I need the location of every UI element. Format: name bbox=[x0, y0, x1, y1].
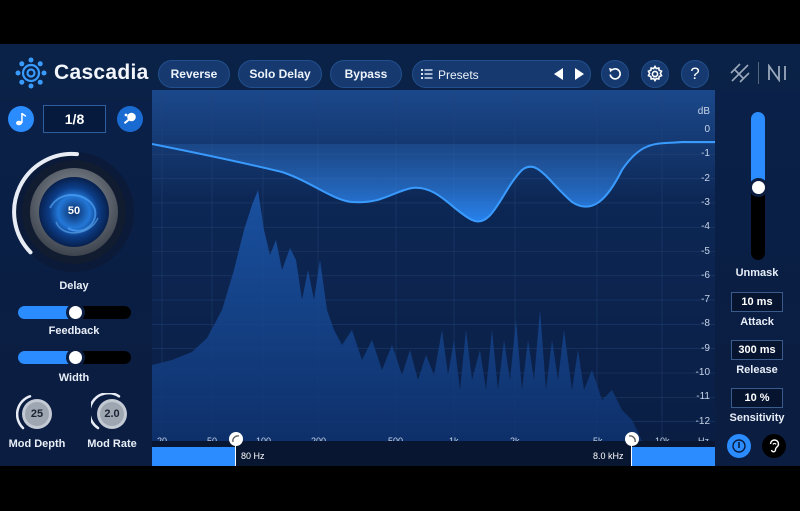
db-tick-label: -7 bbox=[701, 294, 710, 306]
unmask-slider-handle[interactable] bbox=[749, 178, 768, 197]
width-slider-handle[interactable] bbox=[66, 348, 85, 367]
feedback-label: Feedback bbox=[48, 325, 100, 337]
solo-delay-button[interactable]: Solo Delay bbox=[238, 60, 322, 88]
low-cut-handle[interactable] bbox=[228, 431, 244, 447]
mod-depth-value: 25 bbox=[30, 408, 44, 420]
unmask-power-button[interactable] bbox=[727, 434, 751, 458]
release-label: Release bbox=[736, 364, 778, 376]
logo-divider bbox=[758, 62, 759, 84]
delay-knob-value: 50 bbox=[67, 205, 81, 217]
db-tick-label: -6 bbox=[701, 269, 710, 281]
db-tick-label: -9 bbox=[701, 342, 710, 354]
db-tick-label: -11 bbox=[696, 391, 710, 403]
bypass-button[interactable]: Bypass bbox=[330, 60, 402, 88]
list-icon bbox=[421, 69, 433, 79]
native-instruments-logo-icon bbox=[768, 64, 786, 82]
delay-label: Delay bbox=[59, 280, 89, 292]
sensitivity-label: Sensitivity bbox=[729, 412, 785, 424]
tempo-sync-button[interactable] bbox=[8, 106, 34, 132]
ping-pong-paddle-icon bbox=[123, 112, 136, 125]
spectrum-display bbox=[152, 90, 715, 441]
previous-preset-icon[interactable] bbox=[554, 68, 564, 80]
listen-button[interactable] bbox=[762, 434, 786, 458]
low-cut-value: 80 Hz bbox=[241, 451, 265, 461]
db-tick-label: -12 bbox=[695, 415, 710, 427]
db-unit-label: dB bbox=[697, 106, 710, 117]
sensitivity-value[interactable]: 10 % bbox=[731, 388, 783, 408]
presets-label: Presets bbox=[438, 68, 479, 82]
ping-pong-button[interactable] bbox=[117, 106, 143, 132]
db-tick-label: -1 bbox=[701, 148, 710, 160]
low-cut-region bbox=[152, 447, 235, 466]
db-tick-label: -3 bbox=[701, 196, 710, 208]
delay-sync-value[interactable]: 1/8 bbox=[43, 105, 106, 133]
cascadia-logo-icon bbox=[15, 57, 47, 89]
help-button[interactable]: ? bbox=[681, 60, 709, 88]
attack-label: Attack bbox=[740, 316, 774, 328]
izotope-logo-icon bbox=[730, 63, 750, 83]
plugin-window: Cascadia Reverse Solo Delay Bypass Prese… bbox=[0, 44, 800, 466]
db-tick-label: -4 bbox=[701, 221, 710, 233]
reverse-button[interactable]: Reverse bbox=[158, 60, 230, 88]
power-icon bbox=[732, 439, 746, 453]
music-note-icon bbox=[16, 113, 26, 126]
help-icon: ? bbox=[690, 64, 700, 83]
mod-rate-value: 2.0 bbox=[104, 408, 120, 420]
ear-icon bbox=[769, 439, 780, 453]
mod-rate-label: Mod Rate bbox=[87, 438, 137, 450]
history-icon bbox=[609, 68, 621, 80]
width-label: Width bbox=[58, 372, 90, 384]
db-tick-label: -8 bbox=[701, 318, 710, 330]
gear-icon bbox=[647, 65, 663, 83]
presets-bar[interactable]: Presets bbox=[412, 60, 591, 88]
feedback-slider-handle[interactable] bbox=[66, 303, 85, 322]
unmask-label: Unmask bbox=[735, 267, 779, 279]
spectrum-graph[interactable] bbox=[152, 90, 715, 441]
db-tick-label: -10 bbox=[695, 367, 710, 378]
db-tick-label: 0 bbox=[704, 124, 710, 135]
mod-depth-label: Mod Depth bbox=[8, 438, 66, 450]
release-value[interactable]: 300 ms bbox=[731, 340, 783, 360]
undo-history-button[interactable] bbox=[601, 60, 629, 88]
high-cut-region bbox=[631, 447, 715, 466]
db-tick-label: -2 bbox=[701, 172, 710, 184]
high-cut-handle[interactable] bbox=[624, 431, 640, 447]
db-tick-label: -5 bbox=[701, 245, 710, 257]
attack-value[interactable]: 10 ms bbox=[731, 292, 783, 312]
app-title: Cascadia bbox=[54, 61, 149, 84]
high-cut-value: 8.0 kHz bbox=[593, 451, 624, 461]
unmask-slider-fill bbox=[751, 112, 765, 188]
next-preset-icon[interactable] bbox=[574, 68, 584, 80]
settings-button[interactable] bbox=[641, 60, 669, 88]
